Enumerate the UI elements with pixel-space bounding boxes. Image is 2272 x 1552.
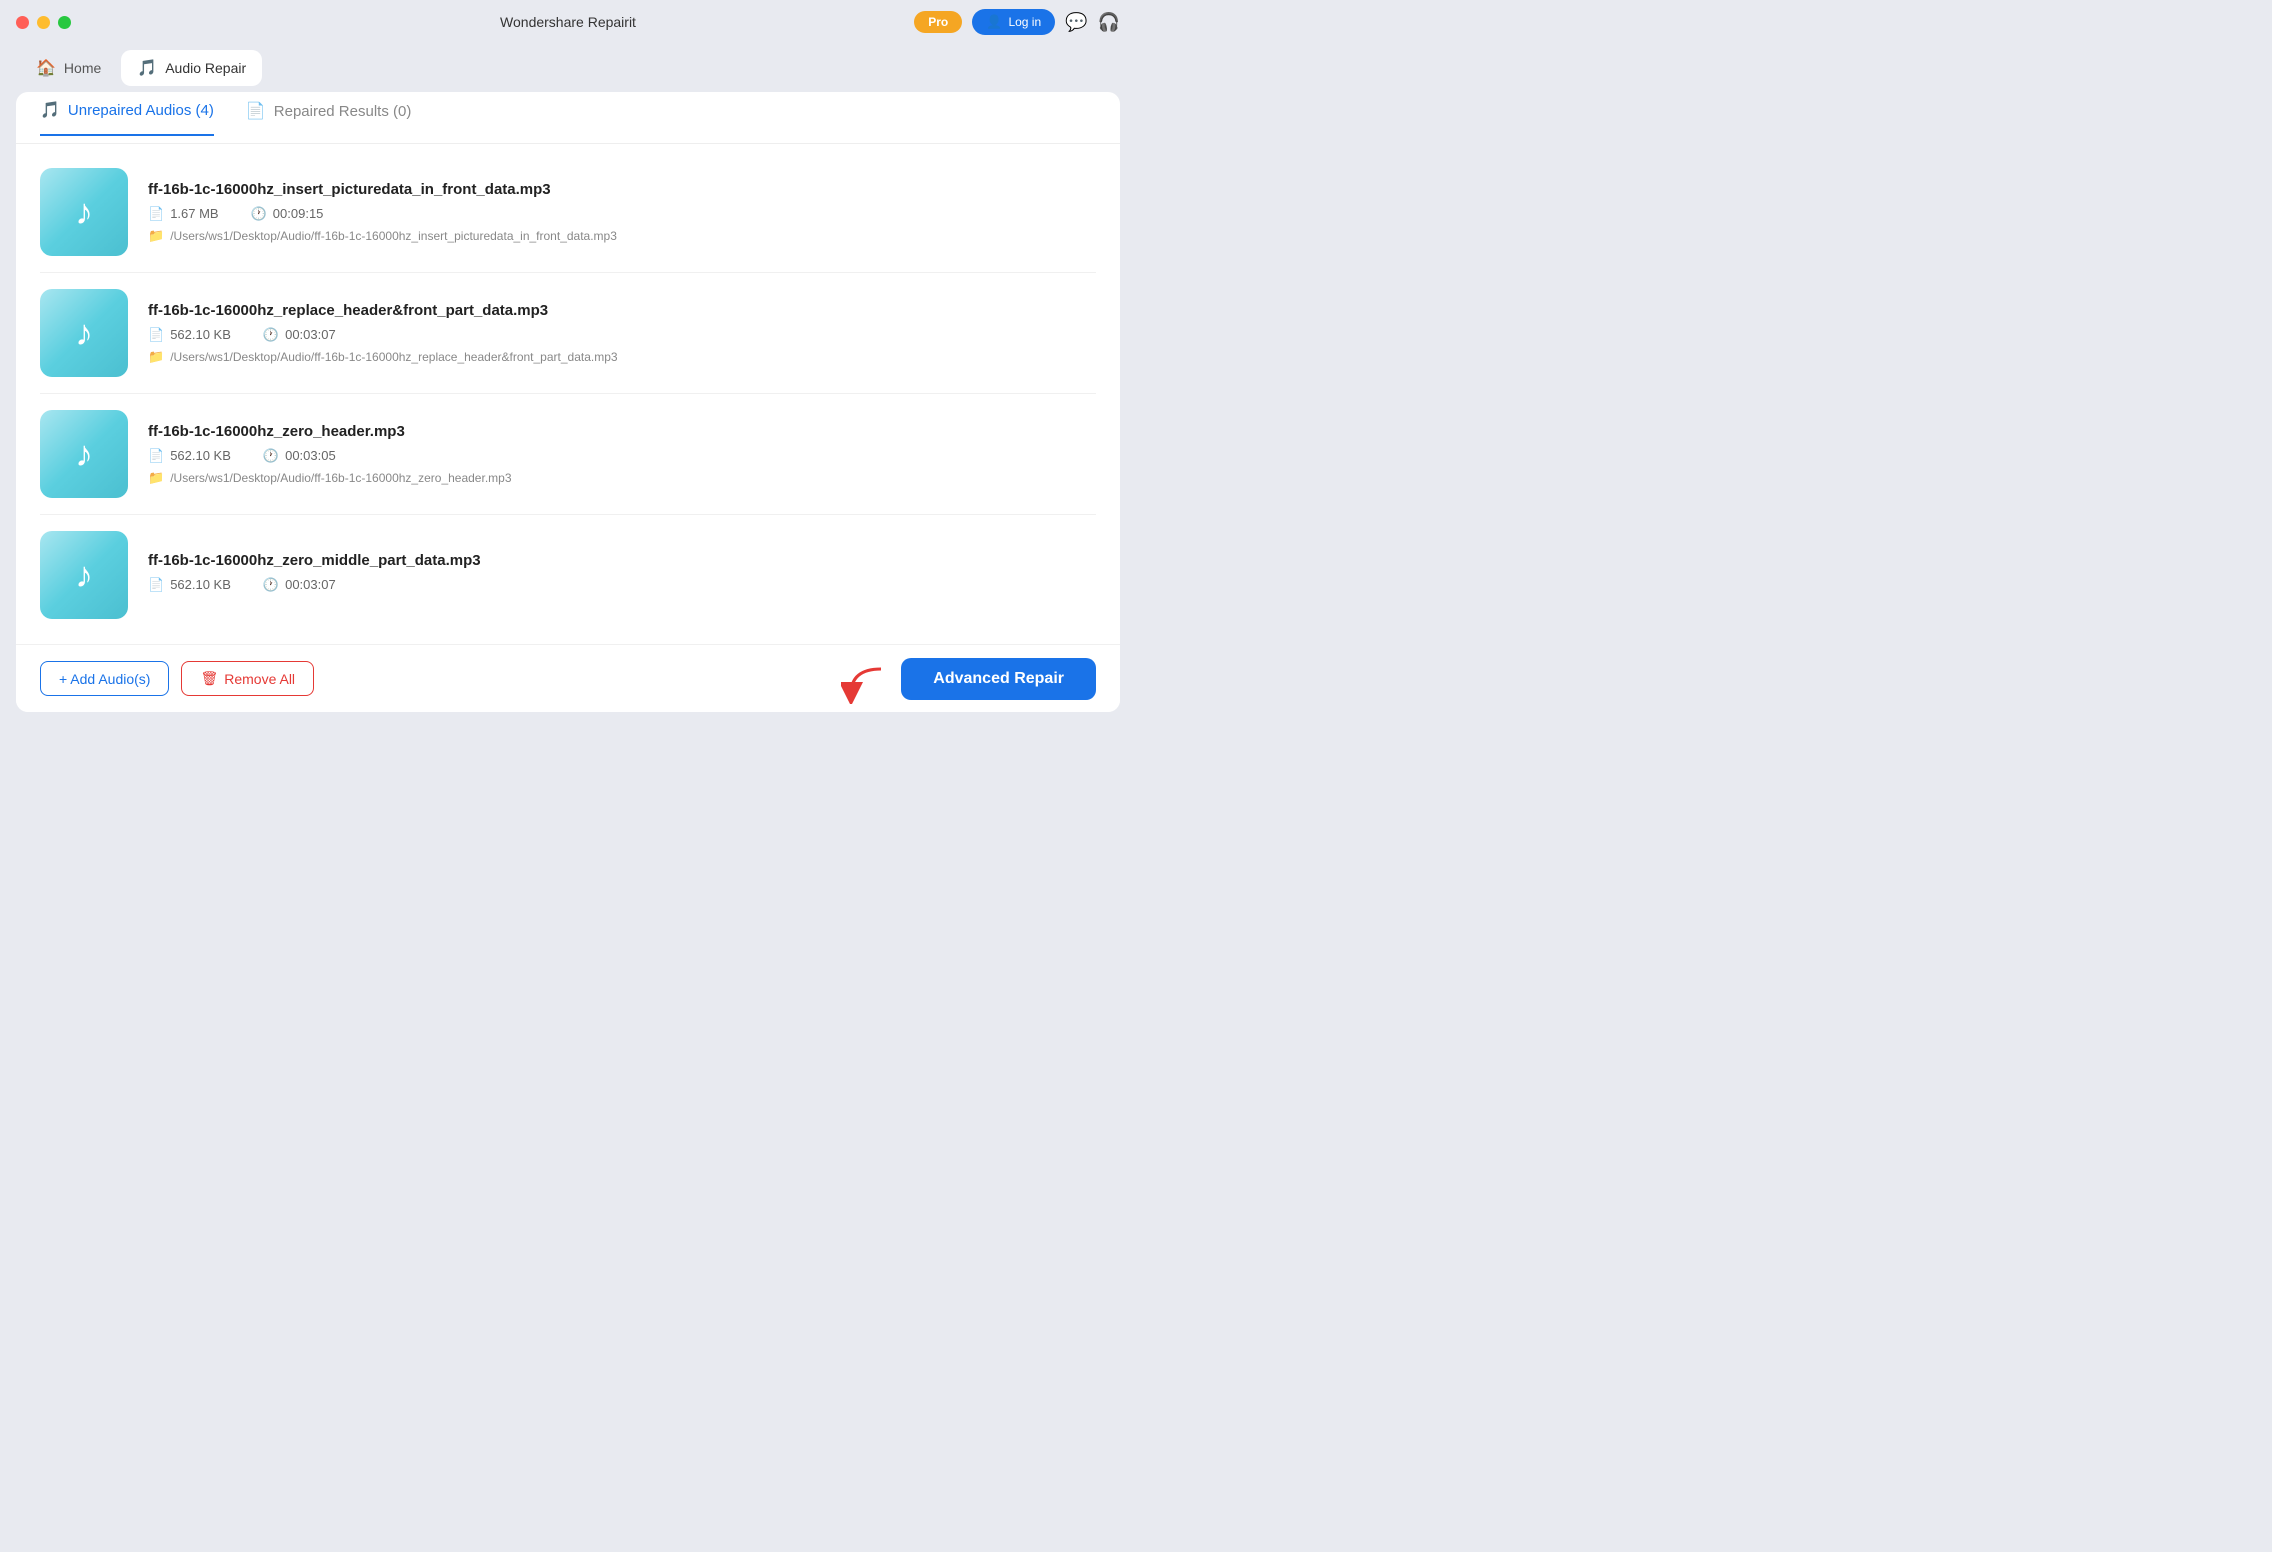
file-icon: 📄 — [148, 577, 164, 593]
window-controls — [16, 16, 71, 29]
file-info: ff-16b-1c-16000hz_zero_header.mp3 📄 562.… — [148, 423, 1096, 486]
file-thumbnail: ♪ — [40, 531, 128, 619]
file-duration: 00:03:07 — [285, 577, 336, 592]
minimize-button[interactable] — [37, 16, 50, 29]
file-thumbnail: ♪ — [40, 168, 128, 256]
file-path: 📁 /Users/ws1/Desktop/Audio/ff-16b-1c-160… — [148, 349, 1096, 365]
file-duration: 00:03:05 — [285, 448, 336, 463]
maximize-button[interactable] — [58, 16, 71, 29]
music-note-icon: ♪ — [75, 312, 93, 354]
login-button[interactable]: 👤 Log in — [972, 9, 1055, 35]
file-size: 562.10 KB — [170, 448, 231, 463]
chat-button[interactable]: 💬 — [1065, 13, 1087, 31]
file-path: 📁 /Users/ws1/Desktop/Audio/ff-16b-1c-160… — [148, 228, 1096, 244]
unrepaired-icon: 🎵 — [40, 100, 60, 120]
file-size: 562.10 KB — [170, 327, 231, 342]
audio-repair-icon: 🎵 — [137, 58, 157, 78]
clock-icon: 🕐 — [263, 448, 279, 464]
nav-bar: 🏠 Home 🎵 Audio Repair — [0, 44, 1136, 92]
tab-unrepaired[interactable]: 🎵 Unrepaired Audios (4) — [40, 100, 214, 136]
music-note-icon: ♪ — [75, 554, 93, 596]
file-size: 1.67 MB — [170, 206, 218, 221]
file-info: ff-16b-1c-16000hz_insert_picturedata_in_… — [148, 181, 1096, 244]
clock-icon: 🕐 — [263, 327, 279, 343]
file-size-item: 📄 562.10 KB — [148, 327, 231, 343]
folder-icon: 📁 — [148, 349, 164, 365]
clock-icon: 🕐 — [263, 577, 279, 593]
app-title: Wondershare Repairit — [500, 14, 636, 30]
pro-badge[interactable]: Pro — [914, 11, 962, 33]
file-item: ♪ ff-16b-1c-16000hz_zero_middle_part_dat… — [40, 515, 1096, 635]
nav-tab-audio-repair[interactable]: 🎵 Audio Repair — [121, 50, 262, 86]
file-path: 📁 /Users/ws1/Desktop/Audio/ff-16b-1c-160… — [148, 470, 1096, 486]
file-item: ♪ ff-16b-1c-16000hz_zero_header.mp3 📄 56… — [40, 394, 1096, 515]
file-name: ff-16b-1c-16000hz_zero_middle_part_data.… — [148, 552, 1096, 569]
music-note-icon: ♪ — [75, 433, 93, 475]
headphones-button[interactable]: 🎧 — [1098, 13, 1120, 31]
titlebar-actions: Pro 👤 Log in 💬 🎧 — [914, 9, 1120, 35]
arrow-indicator — [841, 664, 891, 704]
advanced-repair-button[interactable]: Advanced Repair — [901, 658, 1096, 700]
file-size-item: 📄 562.10 KB — [148, 577, 231, 593]
file-size-item: 📄 1.67 MB — [148, 206, 219, 222]
file-item: ♪ ff-16b-1c-16000hz_insert_picturedata_i… — [40, 152, 1096, 273]
file-duration-item: 🕐 00:03:07 — [263, 577, 336, 593]
bottom-bar: + Add Audio(s) 🗑 Remove All Advanced Rep… — [16, 644, 1120, 712]
home-icon: 🏠 — [36, 58, 56, 78]
close-button[interactable] — [16, 16, 29, 29]
file-icon: 📄 — [148, 448, 164, 464]
remove-all-button[interactable]: 🗑 Remove All — [181, 661, 314, 696]
file-duration-item: 🕐 00:09:15 — [251, 206, 324, 222]
file-item: ♪ ff-16b-1c-16000hz_replace_header&front… — [40, 273, 1096, 394]
tab-repaired[interactable]: 📄 Repaired Results (0) — [246, 101, 411, 135]
file-thumbnail: ♪ — [40, 410, 128, 498]
file-name: ff-16b-1c-16000hz_insert_picturedata_in_… — [148, 181, 1096, 198]
file-duration: 00:03:07 — [285, 327, 336, 342]
folder-icon: 📁 — [148, 228, 164, 244]
file-info: ff-16b-1c-16000hz_zero_middle_part_data.… — [148, 552, 1096, 599]
add-audio-button[interactable]: + Add Audio(s) — [40, 661, 169, 696]
main-content: 🎵 Unrepaired Audios (4) 📄 Repaired Resul… — [16, 92, 1120, 712]
file-size: 562.10 KB — [170, 577, 231, 592]
file-name: ff-16b-1c-16000hz_zero_header.mp3 — [148, 423, 1096, 440]
file-icon: 📄 — [148, 206, 164, 222]
file-info: ff-16b-1c-16000hz_replace_header&front_p… — [148, 302, 1096, 365]
user-icon: 👤 — [986, 14, 1002, 30]
file-meta: 📄 1.67 MB 🕐 00:09:15 — [148, 206, 1096, 222]
file-duration-item: 🕐 00:03:05 — [263, 448, 336, 464]
music-note-icon: ♪ — [75, 191, 93, 233]
folder-icon: 📁 — [148, 470, 164, 486]
file-list: ♪ ff-16b-1c-16000hz_insert_picturedata_i… — [16, 144, 1120, 644]
file-meta: 📄 562.10 KB 🕐 00:03:05 — [148, 448, 1096, 464]
clock-icon: 🕐 — [251, 206, 267, 222]
file-meta: 📄 562.10 KB 🕐 00:03:07 — [148, 577, 1096, 593]
file-icon: 📄 — [148, 327, 164, 343]
titlebar: Wondershare Repairit Pro 👤 Log in 💬 🎧 — [0, 0, 1136, 44]
file-duration-item: 🕐 00:03:07 — [263, 327, 336, 343]
nav-tab-home[interactable]: 🏠 Home — [20, 50, 117, 86]
file-size-item: 📄 562.10 KB — [148, 448, 231, 464]
file-meta: 📄 562.10 KB 🕐 00:03:07 — [148, 327, 1096, 343]
file-name: ff-16b-1c-16000hz_replace_header&front_p… — [148, 302, 1096, 319]
bottom-left-actions: + Add Audio(s) 🗑 Remove All — [40, 661, 314, 696]
trash-icon: 🗑 — [200, 670, 218, 687]
sub-tabs: 🎵 Unrepaired Audios (4) 📄 Repaired Resul… — [16, 92, 1120, 144]
repaired-icon: 📄 — [246, 101, 266, 121]
file-thumbnail: ♪ — [40, 289, 128, 377]
file-duration: 00:09:15 — [273, 206, 324, 221]
